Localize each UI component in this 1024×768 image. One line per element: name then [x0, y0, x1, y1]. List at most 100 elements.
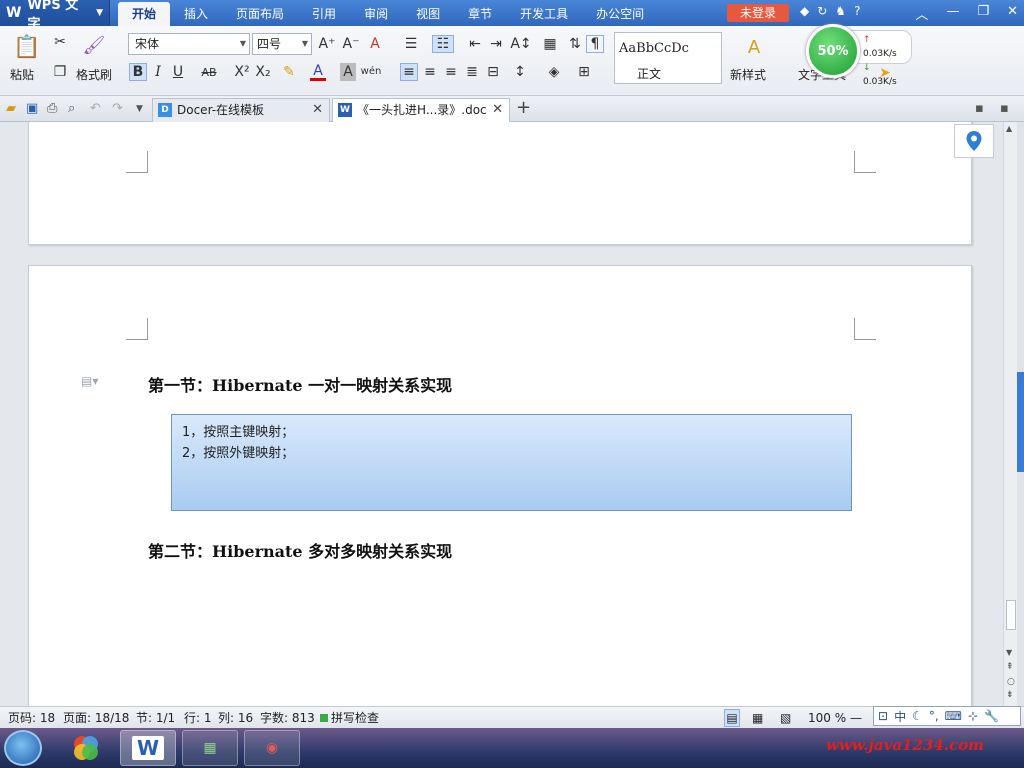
numbered-list-icon[interactable]: ☷: [432, 35, 454, 53]
style-gallery[interactable]: AaBbCcDc 正文: [614, 32, 722, 84]
zoom-out-icon[interactable]: —: [850, 707, 862, 729]
strikethrough-icon[interactable]: AB: [198, 63, 220, 81]
tab-page-layout[interactable]: 页面布局: [222, 2, 298, 26]
office-app-icon[interactable]: [58, 730, 114, 766]
bold-icon[interactable]: B: [129, 63, 147, 81]
tab-review[interactable]: 审阅: [350, 2, 402, 26]
new-tab-icon[interactable]: +: [516, 97, 531, 118]
underline-icon[interactable]: U: [170, 63, 186, 81]
next-page-icon[interactable]: ⇟: [1006, 690, 1014, 700]
new-style-button[interactable]: 新样式: [730, 66, 766, 83]
copy-icon[interactable]: ❐: [52, 64, 68, 80]
close-tab-icon[interactable]: ✕: [312, 99, 323, 121]
recorder-taskbar-icon[interactable]: ▦: [182, 730, 238, 766]
cut-icon[interactable]: ✂: [52, 34, 68, 50]
outline-box[interactable]: 1，按照主键映射； 2，按照外键映射；: [171, 414, 852, 511]
sync-icon[interactable]: ↻: [817, 4, 827, 18]
shrink-font-icon[interactable]: A⁻: [342, 35, 360, 53]
tab-chapter[interactable]: 章节: [454, 2, 506, 26]
close-tab-icon[interactable]: ✕: [492, 99, 503, 121]
new-style-icon[interactable]: A: [742, 34, 766, 60]
minimize-icon[interactable]: —: [946, 4, 959, 23]
start-button[interactable]: [4, 730, 42, 766]
scrollbar-thumb[interactable]: [1006, 600, 1016, 630]
tab-view[interactable]: 视图: [402, 2, 454, 26]
decrease-indent-icon[interactable]: ⇤: [466, 35, 484, 53]
sort-icon[interactable]: ⇅: [566, 35, 584, 53]
tab-references[interactable]: 引用: [298, 2, 350, 26]
justify-icon[interactable]: ≣: [463, 63, 481, 81]
side-panel-toggle[interactable]: [1017, 372, 1024, 472]
font-color-icon[interactable]: A: [310, 63, 326, 81]
borders-icon[interactable]: ⊞: [575, 63, 593, 81]
subscript-icon[interactable]: X₂: [255, 63, 271, 81]
ime-toolbar[interactable]: ⊡ 中 ☾ °, ⌨ ⊹ 🔧: [873, 706, 1021, 726]
camtasia-taskbar-icon[interactable]: ◉: [244, 730, 300, 766]
status-pages[interactable]: 页面: 18/18: [63, 707, 129, 729]
help-icon[interactable]: ?: [854, 4, 860, 18]
location-pin-icon[interactable]: [954, 124, 994, 158]
current-page[interactable]: ▤▾ 第一节：Hibernate 一对一映射关系实现 1，按照主键映射； 2，按…: [28, 265, 972, 706]
tab-developer[interactable]: 开发工具: [506, 2, 582, 26]
restore-icon[interactable]: ❐: [977, 4, 989, 23]
grow-font-icon[interactable]: A⁺: [318, 35, 336, 53]
text-direction-icon[interactable]: A↕: [510, 35, 531, 53]
section-1-heading[interactable]: 第一节：Hibernate 一对一映射关系实现: [148, 372, 452, 396]
highlight-icon[interactable]: ✎: [280, 63, 298, 81]
print-preview-icon[interactable]: ⌕: [68, 101, 75, 116]
superscript-icon[interactable]: X²: [234, 63, 250, 81]
shirt-icon[interactable]: ♞: [835, 4, 846, 18]
undo-icon[interactable]: ↶: [90, 101, 101, 116]
tab-docer-templates[interactable]: D Docer-在线模板 ✕: [152, 98, 330, 122]
browse-object-icon[interactable]: ○: [1007, 677, 1015, 687]
wps-taskbar-icon[interactable]: W: [120, 730, 176, 766]
keyboard-icon[interactable]: ⌨: [945, 709, 962, 723]
spell-check-button[interactable]: 拼写检查: [331, 707, 379, 729]
skin-icon[interactable]: ◆: [800, 4, 809, 18]
open-icon[interactable]: ▰: [6, 101, 16, 116]
align-right-icon[interactable]: ≡: [442, 63, 460, 81]
prev-page-icon[interactable]: ⇞: [1006, 662, 1014, 672]
align-center-icon[interactable]: ≡: [421, 63, 439, 81]
char-shading-icon[interactable]: A: [340, 63, 356, 81]
close-icon[interactable]: ✕: [1007, 4, 1018, 23]
list-item[interactable]: 2，按照外键映射；: [172, 443, 851, 464]
vertical-scrollbar[interactable]: ▲ ▼ ⇞ ○ ⇟: [1003, 122, 1017, 706]
web-view-icon[interactable]: ▧: [780, 707, 791, 729]
wrench-icon[interactable]: 🔧: [984, 709, 999, 723]
clear-format-icon[interactable]: A: [366, 35, 384, 53]
ime-menu-icon[interactable]: ⊹: [968, 709, 978, 723]
list-item[interactable]: 1，按照主键映射；: [172, 415, 851, 443]
bullet-list-icon[interactable]: ☰: [402, 35, 420, 53]
font-size-select[interactable]: 四号 ▼: [252, 33, 312, 55]
print-icon[interactable]: ⎙: [47, 101, 57, 116]
app-menu-button[interactable]: W WPS 文字 ▼: [0, 0, 110, 32]
tab-office-space[interactable]: 办公空间: [582, 2, 658, 26]
brush-icon[interactable]: 🖌: [82, 32, 106, 58]
redo-icon[interactable]: ↷: [112, 101, 123, 116]
pinyin-icon[interactable]: wén: [361, 61, 382, 81]
paragraph-handle-icon[interactable]: ▤▾: [81, 374, 98, 388]
speed-ball[interactable]: 50%: [806, 24, 860, 78]
font-name-select[interactable]: 宋体 ▼: [128, 33, 250, 55]
tab-insert[interactable]: 插入: [170, 2, 222, 26]
punct-icon[interactable]: °,: [929, 709, 939, 723]
customize-icon[interactable]: ▼: [136, 104, 143, 114]
collapse-ribbon-icon[interactable]: ︿: [915, 4, 928, 23]
scroll-down-icon[interactable]: ▼: [1006, 648, 1012, 657]
outline-view-icon[interactable]: ▦: [752, 707, 763, 729]
moon-icon[interactable]: ☾: [912, 709, 923, 723]
italic-icon[interactable]: I: [150, 63, 166, 81]
distribute-icon[interactable]: ⊟: [484, 63, 502, 81]
paste-button[interactable]: 粘贴: [10, 66, 34, 83]
save-icon[interactable]: ▣: [26, 101, 38, 116]
tab-list-icon[interactable]: ▪: [975, 101, 984, 116]
scroll-up-icon[interactable]: ▲: [1006, 124, 1012, 133]
align-left-icon[interactable]: ≡: [400, 63, 418, 81]
show-marks-icon[interactable]: ¶: [586, 35, 604, 53]
tab-close-all-icon[interactable]: ▪: [1000, 101, 1009, 116]
section-2-heading[interactable]: 第二节：Hibernate 多对多映射关系实现: [148, 538, 452, 562]
paste-icon[interactable]: 📋: [12, 32, 42, 62]
ime-lang[interactable]: 中: [894, 708, 906, 725]
shading-icon[interactable]: ◈: [545, 63, 563, 81]
